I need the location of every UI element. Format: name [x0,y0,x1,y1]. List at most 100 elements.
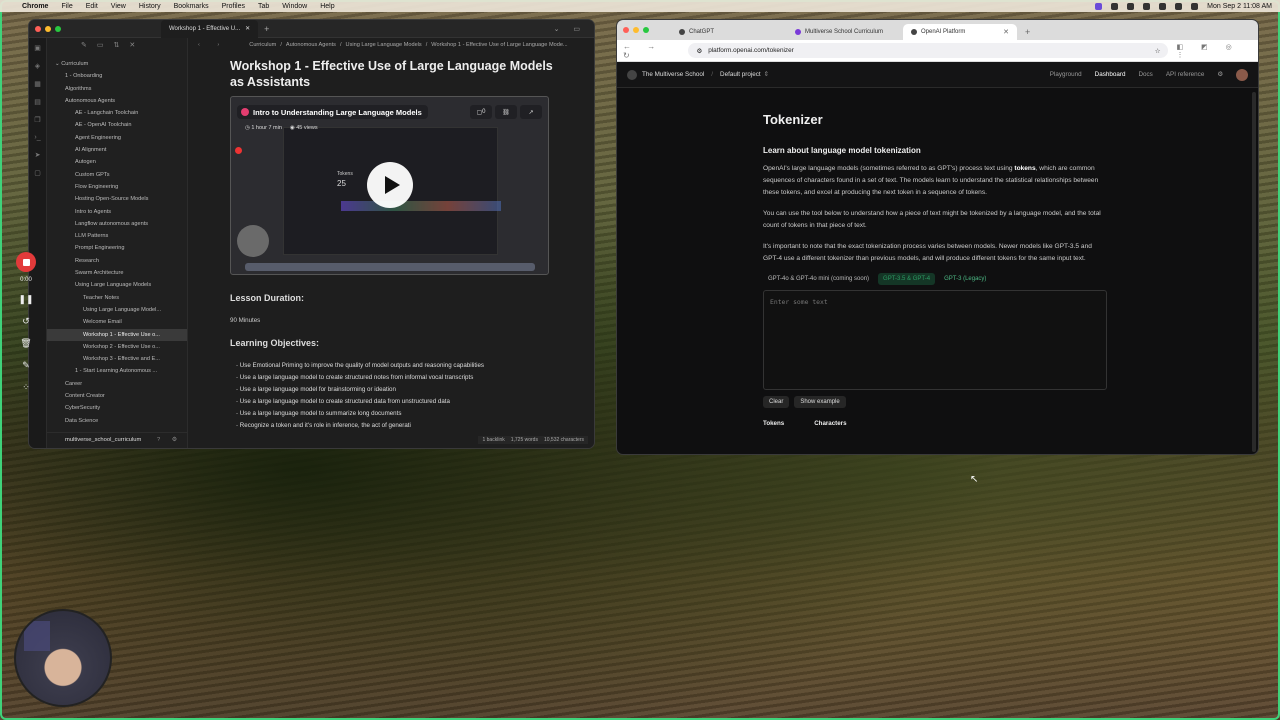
show-example-button[interactable]: Show example [794,396,846,408]
tree-item[interactable]: 1 - Start Learning Autonomous ... [47,365,187,377]
close-window-icon[interactable] [623,27,629,33]
battery-icon[interactable] [1175,2,1183,10]
menu-help[interactable]: Help [320,3,334,10]
video-comments-button[interactable]: ▢ 0 [470,105,492,119]
back-forward-icon[interactable]: ‹ › [198,42,227,48]
tree-item[interactable]: Intro to Agents [47,206,187,218]
close-tab-icon[interactable]: ✕ [1003,28,1009,36]
close-window-icon[interactable] [35,25,41,32]
tree-item[interactable]: Content Creator [47,390,187,402]
note-tab[interactable]: Workshop 1 - Effective U... ✕ [161,20,259,38]
url-text[interactable]: platform.openai.com/tokenizer [708,47,794,54]
menu-edit[interactable]: Edit [86,3,98,10]
draw-pencil-icon[interactable]: ✎ [22,360,30,371]
page-scrollbar[interactable] [1252,92,1256,452]
calendar-icon[interactable]: ▤ [34,98,41,106]
tree-item[interactable]: Research [47,255,187,267]
video-title[interactable]: Intro to Understanding Large Language Mo… [253,108,422,117]
chevron-updown-icon[interactable]: ⇕ [764,71,769,78]
new-note-icon[interactable]: ✎ [81,41,87,49]
tree-item[interactable]: CyberSecurity [47,402,187,414]
tree-item[interactable]: Swarm Architecture [47,267,187,279]
window-controls[interactable]: ⌄ ▭ [554,25,594,33]
screen-record-tray-icon[interactable] [1095,2,1103,10]
url-bar[interactable]: ⚙ platform.openai.com/tokenizer ☆ [688,43,1169,58]
user-avatar[interactable] [1236,68,1248,81]
nav-api-reference[interactable]: API reference [1166,71,1205,78]
vault-switcher[interactable]: multiverse_school_curriculum ? ⚙ [47,432,188,446]
tree-item-selected[interactable]: Workshop 1 - Effective Use o... [47,328,187,341]
pause-icon[interactable]: ❚❚ [18,294,33,305]
video-embed[interactable]: Intro to Understanding Large Language Mo… [230,96,549,275]
tree-item[interactable]: Prompt Engineering [47,242,187,254]
menu-profiles[interactable]: Profiles [222,3,245,10]
tree-item[interactable]: AE - Langchain Toolchain [47,107,187,119]
stop-recording-button[interactable] [16,252,36,272]
tree-item[interactable]: Using Large Language Model... [47,304,187,316]
zoom-window-icon[interactable] [643,27,649,33]
tab-openai-platform[interactable]: OpenAI Platform ✕ [903,24,1017,40]
new-folder-icon[interactable]: ▭ [97,41,104,49]
tree-item[interactable]: Langflow autonomous agents [47,218,187,230]
tree-item[interactable]: Using Large Language Models [47,279,187,291]
org-name[interactable]: The Multiverse School [642,71,704,78]
tree-item[interactable]: Flow Engineering [47,181,187,193]
tree-item[interactable]: Data Science [47,415,187,427]
link-icon[interactable]: ⛓ [495,105,517,119]
trash-icon[interactable]: 🗑 [20,338,31,349]
more-icon[interactable]: ⁘ [22,382,30,393]
breadcrumb-item[interactable]: Autonomous Agents [286,42,336,48]
settings-icon[interactable]: ? ⚙ [157,437,188,443]
tree-item[interactable]: Custom GPTs [47,169,187,181]
tokenizer-text-input[interactable] [763,290,1107,390]
tab-multiverse-curriculum[interactable]: Multiverse School Curriculum [787,24,901,40]
tab-chatgpt[interactable]: ChatGPT [671,24,785,40]
menu-clock[interactable]: Mon Sep 2 11:08 AM [1207,3,1272,10]
collapse-icon[interactable]: ✕ [129,41,135,49]
wifi-icon[interactable] [1159,2,1167,10]
breadcrumb-item[interactable]: Workshop 1 - Effective Use of Large Lang… [431,42,567,48]
tree-item[interactable]: Teacher Notes [47,292,187,304]
tree-item[interactable]: 1 - Onboarding [47,70,187,82]
menu-view[interactable]: View [111,3,126,10]
tree-root[interactable]: ⌄ Curriculum [47,58,187,70]
restart-icon[interactable]: ↺ [22,316,30,327]
tray-icon[interactable] [1111,2,1119,10]
nav-docs[interactable]: Docs [1138,71,1152,78]
play-button[interactable] [367,162,413,208]
tree-item[interactable]: LLM Patterns [47,230,187,242]
tray-icon[interactable] [1143,2,1151,10]
new-tab-icon[interactable]: + [264,24,269,34]
new-tab-icon[interactable]: + [1019,24,1036,40]
site-info-icon[interactable]: ⚙ [696,47,702,55]
control-center-icon[interactable] [1191,2,1199,10]
backlinks-count[interactable]: 1 backlink [482,437,504,443]
minimize-window-icon[interactable] [633,27,639,33]
zoom-window-icon[interactable] [55,25,61,32]
copy-icon[interactable]: ❐ [34,116,40,124]
sort-icon[interactable]: ⇅ [114,41,120,49]
terminal-icon[interactable]: ›_ [34,134,40,141]
tree-item[interactable]: Hosting Open-Source Models [47,193,187,205]
tree-item[interactable]: Workshop 3 - Effective and E... [47,353,187,365]
breadcrumb-item[interactable]: Using Large Language Models [346,42,422,48]
nav-dashboard[interactable]: Dashboard [1095,71,1126,78]
model-option-gpt4o[interactable]: GPT-4o & GPT-4o mini (coming soon) [763,273,874,285]
webcam-bubble[interactable] [14,609,112,707]
comment-icon[interactable]: ▢ [34,169,41,177]
breadcrumb-item[interactable]: Curriculum [249,42,276,48]
menu-window[interactable]: Window [282,3,307,10]
files-icon[interactable]: ▣ [34,44,41,52]
tree-item[interactable]: Workshop 2 - Effective Use o... [47,341,187,353]
menu-app-name[interactable]: Chrome [22,3,48,10]
nav-playground[interactable]: Playground [1050,71,1082,78]
menu-file[interactable]: File [61,3,72,10]
video-title-bar[interactable]: Intro to Understanding Large Language Mo… [237,105,428,119]
tree-item[interactable]: AI Alignment [47,144,187,156]
model-option-gpt3-legacy[interactable]: GPT-3 (Legacy) [939,273,991,285]
project-selector[interactable]: Default project [720,71,761,78]
nav-back-forward-reload-icon[interactable]: ← → ↻ [623,42,680,60]
tree-item[interactable]: Welcome Email [47,316,187,328]
menu-tab[interactable]: Tab [258,3,269,10]
minimize-window-icon[interactable] [45,25,51,32]
